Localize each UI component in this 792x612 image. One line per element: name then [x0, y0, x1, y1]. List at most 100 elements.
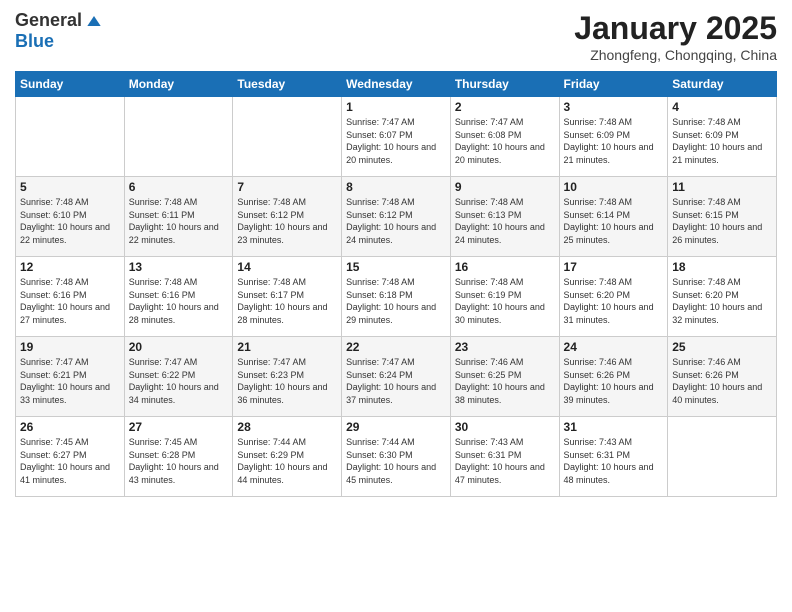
day-number: 2 [455, 100, 555, 114]
logo-general-text: General [15, 10, 82, 31]
week-row-1: 5Sunrise: 7:48 AM Sunset: 6:10 PM Daylig… [16, 177, 777, 257]
day-number: 13 [129, 260, 229, 274]
week-row-0: 1 Sunrise: 7:47 AM Sunset: 6:07 PM Daylig… [16, 97, 777, 177]
calendar-cell-2-3: 15Sunrise: 7:48 AM Sunset: 6:18 PM Dayli… [342, 257, 451, 337]
day-number: 15 [346, 260, 446, 274]
calendar-cell-3-2: 21 Sunrise: 7:47 AM Sunset: 6:23 PM Dayli… [233, 337, 342, 417]
day-number: 24 [564, 340, 664, 354]
calendar-cell-3-3: 22 Sunrise: 7:47 AM Sunset: 6:24 PM Dayli… [342, 337, 451, 417]
day-info: Sunrise: 7:48 AM Sunset: 6:16 PM Dayligh… [20, 276, 120, 326]
calendar-cell-0-1 [124, 97, 233, 177]
calendar-cell-0-3: 1 Sunrise: 7:47 AM Sunset: 6:07 PM Daylig… [342, 97, 451, 177]
day-info: Sunrise: 7:46 AM Sunset: 6:25 PM Dayligh… [455, 356, 555, 406]
calendar-cell-1-0: 5Sunrise: 7:48 AM Sunset: 6:10 PM Daylig… [16, 177, 125, 257]
day-info: Sunrise: 7:48 AM Sunset: 6:15 PM Dayligh… [672, 196, 772, 246]
day-number: 1 [346, 100, 446, 114]
location-text: Zhongfeng, Chongqing, China [574, 47, 777, 63]
day-number: 26 [20, 420, 120, 434]
day-info: Sunrise: 7:48 AM Sunset: 6:09 PM Dayligh… [672, 116, 772, 166]
day-info: Sunrise: 7:48 AM Sunset: 6:17 PM Dayligh… [237, 276, 337, 326]
calendar-cell-4-1: 27 Sunrise: 7:45 AM Sunset: 6:28 PM Dayli… [124, 417, 233, 497]
day-info: Sunrise: 7:45 AM Sunset: 6:27 PM Dayligh… [20, 436, 120, 486]
header-tuesday: Tuesday [233, 72, 342, 97]
day-info: Sunrise: 7:47 AM Sunset: 6:07 PM Dayligh… [346, 116, 446, 166]
logo-blue-text: Blue [15, 31, 54, 52]
calendar-header-row: Sunday Monday Tuesday Wednesday Thursday… [16, 72, 777, 97]
day-info: Sunrise: 7:48 AM Sunset: 6:14 PM Dayligh… [564, 196, 664, 246]
calendar-cell-1-2: 7 Sunrise: 7:48 AM Sunset: 6:12 PM Daylig… [233, 177, 342, 257]
calendar-cell-4-2: 28 Sunrise: 7:44 AM Sunset: 6:29 PM Dayli… [233, 417, 342, 497]
calendar-cell-3-0: 19Sunrise: 7:47 AM Sunset: 6:21 PM Dayli… [16, 337, 125, 417]
day-number: 31 [564, 420, 664, 434]
calendar-cell-1-6: 11 Sunrise: 7:48 AM Sunset: 6:15 PM Dayli… [668, 177, 777, 257]
day-number: 6 [129, 180, 229, 194]
calendar-table: Sunday Monday Tuesday Wednesday Thursday… [15, 71, 777, 497]
calendar-cell-0-4: 2 Sunrise: 7:47 AM Sunset: 6:08 PM Daylig… [450, 97, 559, 177]
logo: General Blue [15, 10, 104, 52]
day-number: 23 [455, 340, 555, 354]
day-info: Sunrise: 7:46 AM Sunset: 6:26 PM Dayligh… [672, 356, 772, 406]
day-info: Sunrise: 7:44 AM Sunset: 6:30 PM Dayligh… [346, 436, 446, 486]
day-info: Sunrise: 7:46 AM Sunset: 6:26 PM Dayligh… [564, 356, 664, 406]
day-number: 18 [672, 260, 772, 274]
day-number: 25 [672, 340, 772, 354]
day-info: Sunrise: 7:47 AM Sunset: 6:23 PM Dayligh… [237, 356, 337, 406]
day-info: Sunrise: 7:48 AM Sunset: 6:13 PM Dayligh… [455, 196, 555, 246]
calendar-cell-4-3: 29 Sunrise: 7:44 AM Sunset: 6:30 PM Dayli… [342, 417, 451, 497]
calendar-cell-4-0: 26 Sunrise: 7:45 AM Sunset: 6:27 PM Dayli… [16, 417, 125, 497]
calendar-cell-2-2: 14 Sunrise: 7:48 AM Sunset: 6:17 PM Dayli… [233, 257, 342, 337]
calendar-cell-3-4: 23 Sunrise: 7:46 AM Sunset: 6:25 PM Dayli… [450, 337, 559, 417]
day-number: 20 [129, 340, 229, 354]
week-row-4: 26 Sunrise: 7:45 AM Sunset: 6:27 PM Dayli… [16, 417, 777, 497]
day-info: Sunrise: 7:47 AM Sunset: 6:21 PM Dayligh… [20, 356, 120, 406]
header-saturday: Saturday [668, 72, 777, 97]
day-number: 16 [455, 260, 555, 274]
calendar-cell-0-6: 4 Sunrise: 7:48 AM Sunset: 6:09 PM Daylig… [668, 97, 777, 177]
day-info: Sunrise: 7:47 AM Sunset: 6:08 PM Dayligh… [455, 116, 555, 166]
day-number: 3 [564, 100, 664, 114]
calendar-cell-2-6: 18Sunrise: 7:48 AM Sunset: 6:20 PM Dayli… [668, 257, 777, 337]
day-info: Sunrise: 7:45 AM Sunset: 6:28 PM Dayligh… [129, 436, 229, 486]
calendar-cell-2-1: 13 Sunrise: 7:48 AM Sunset: 6:16 PM Dayli… [124, 257, 233, 337]
calendar-cell-2-4: 16Sunrise: 7:48 AM Sunset: 6:19 PM Dayli… [450, 257, 559, 337]
week-row-3: 19Sunrise: 7:47 AM Sunset: 6:21 PM Dayli… [16, 337, 777, 417]
calendar-cell-2-5: 17 Sunrise: 7:48 AM Sunset: 6:20 PM Dayli… [559, 257, 668, 337]
calendar-cell-1-5: 10 Sunrise: 7:48 AM Sunset: 6:14 PM Dayli… [559, 177, 668, 257]
calendar-cell-0-2 [233, 97, 342, 177]
day-number: 29 [346, 420, 446, 434]
day-info: Sunrise: 7:48 AM Sunset: 6:16 PM Dayligh… [129, 276, 229, 326]
day-number: 22 [346, 340, 446, 354]
page-header: General Blue January 2025 Zhongfeng, Cho… [15, 10, 777, 63]
calendar-cell-0-0 [16, 97, 125, 177]
day-number: 21 [237, 340, 337, 354]
calendar-cell-3-1: 20Sunrise: 7:47 AM Sunset: 6:22 PM Dayli… [124, 337, 233, 417]
day-number: 7 [237, 180, 337, 194]
day-number: 17 [564, 260, 664, 274]
header-friday: Friday [559, 72, 668, 97]
calendar-cell-4-4: 30Sunrise: 7:43 AM Sunset: 6:31 PM Dayli… [450, 417, 559, 497]
day-number: 9 [455, 180, 555, 194]
day-number: 14 [237, 260, 337, 274]
day-info: Sunrise: 7:48 AM Sunset: 6:12 PM Dayligh… [346, 196, 446, 246]
calendar-cell-2-0: 12Sunrise: 7:48 AM Sunset: 6:16 PM Dayli… [16, 257, 125, 337]
calendar-cell-1-3: 8 Sunrise: 7:48 AM Sunset: 6:12 PM Daylig… [342, 177, 451, 257]
header-wednesday: Wednesday [342, 72, 451, 97]
calendar-cell-3-6: 25 Sunrise: 7:46 AM Sunset: 6:26 PM Dayli… [668, 337, 777, 417]
day-info: Sunrise: 7:44 AM Sunset: 6:29 PM Dayligh… [237, 436, 337, 486]
day-info: Sunrise: 7:48 AM Sunset: 6:09 PM Dayligh… [564, 116, 664, 166]
day-info: Sunrise: 7:48 AM Sunset: 6:20 PM Dayligh… [564, 276, 664, 326]
header-monday: Monday [124, 72, 233, 97]
day-number: 8 [346, 180, 446, 194]
day-info: Sunrise: 7:47 AM Sunset: 6:24 PM Dayligh… [346, 356, 446, 406]
day-number: 10 [564, 180, 664, 194]
day-number: 27 [129, 420, 229, 434]
day-number: 4 [672, 100, 772, 114]
calendar-cell-3-5: 24 Sunrise: 7:46 AM Sunset: 6:26 PM Dayli… [559, 337, 668, 417]
day-number: 28 [237, 420, 337, 434]
title-section: January 2025 Zhongfeng, Chongqing, China [574, 10, 777, 63]
day-info: Sunrise: 7:48 AM Sunset: 6:12 PM Dayligh… [237, 196, 337, 246]
header-sunday: Sunday [16, 72, 125, 97]
logo-icon [84, 11, 104, 31]
day-number: 5 [20, 180, 120, 194]
day-number: 11 [672, 180, 772, 194]
